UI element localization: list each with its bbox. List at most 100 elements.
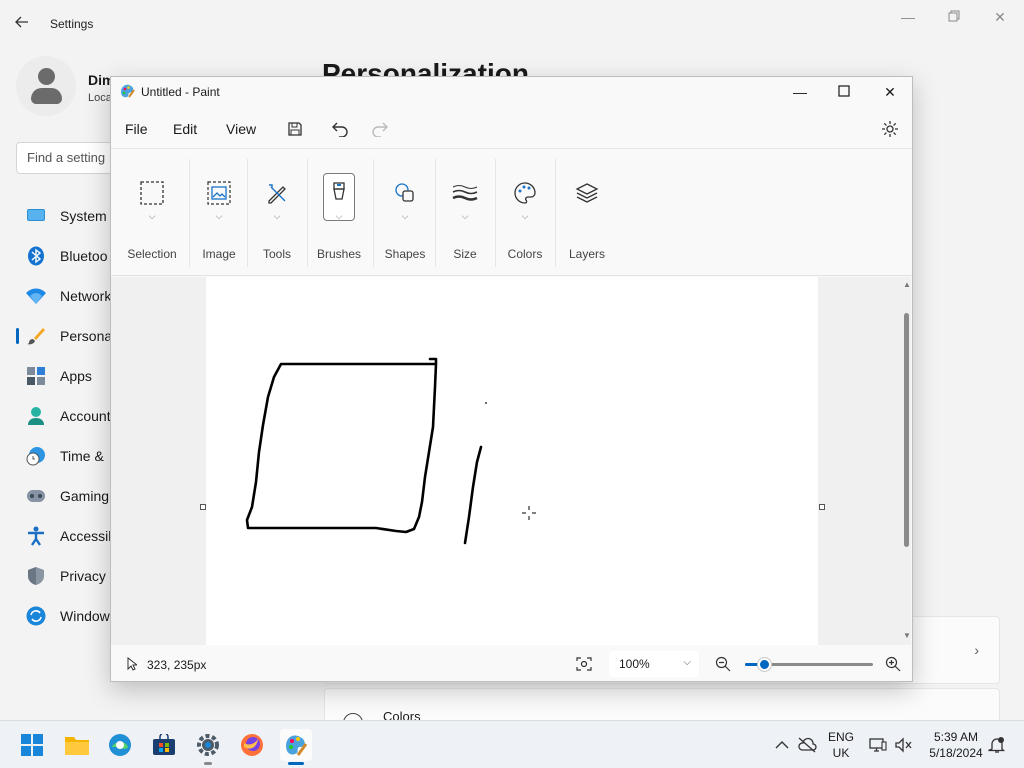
scroll-down-icon[interactable]: ▼: [903, 631, 911, 640]
ribbon-group-shapes[interactable]: ⌵ Shapes: [379, 149, 431, 277]
sidebar-item-label: Account: [60, 408, 111, 424]
running-indicator: [204, 762, 212, 765]
ribbon-label: Tools: [262, 247, 291, 261]
start-button[interactable]: [16, 729, 48, 761]
save-icon[interactable]: [284, 118, 306, 140]
network-icon[interactable]: [868, 735, 888, 755]
ribbon-group-selection[interactable]: ⌵ Selection: [119, 149, 185, 277]
firefox-icon: [241, 734, 263, 756]
clock-globe-icon: [26, 446, 46, 466]
divider: [495, 159, 496, 267]
notification-bell-icon[interactable]: [987, 735, 1007, 755]
store-icon: [153, 734, 175, 755]
window-title: Untitled - Paint: [141, 85, 220, 99]
taskbar-store[interactable]: [148, 729, 180, 761]
zoom-slider-thumb[interactable]: [758, 658, 772, 671]
fit-to-window-icon[interactable]: [576, 657, 592, 674]
sidebar-item-label: Persona: [60, 328, 113, 344]
restore-icon[interactable]: [944, 8, 964, 26]
paint-app-icon: [119, 83, 135, 99]
taskbar-paint[interactable]: [280, 729, 312, 765]
language-indicator-bottom[interactable]: UK: [826, 746, 856, 760]
zoom-slider[interactable]: [745, 658, 873, 671]
layers-icon: [571, 177, 603, 209]
close-icon[interactable]: ✕: [875, 81, 905, 103]
chevron-up-icon[interactable]: [772, 735, 792, 755]
running-indicator: [288, 762, 304, 765]
ribbon-group-size[interactable]: ⌵ Size: [441, 149, 489, 277]
close-icon[interactable]: ✕: [990, 8, 1010, 26]
cloud-offline-icon[interactable]: [797, 735, 817, 755]
ribbon-group-tools[interactable]: ⌵ Tools: [253, 149, 301, 277]
sidebar-item-label: Apps: [60, 368, 92, 384]
chevron-down-icon: ⌵: [461, 211, 469, 221]
scroll-up-icon[interactable]: ▲: [903, 280, 911, 289]
canvas-resize-handle-left[interactable]: [200, 504, 206, 510]
brush-icon: [26, 326, 46, 346]
cursor-position: 323, 235px: [147, 658, 207, 672]
zoom-select[interactable]: 100% ⌵: [609, 651, 699, 677]
sidebar-item-label: Time &: [60, 448, 104, 464]
windows-logo-icon: [21, 734, 43, 756]
undo-icon[interactable]: [330, 118, 352, 140]
shapes-icon: [389, 177, 421, 209]
taskbar-file-explorer[interactable]: [61, 729, 93, 761]
ribbon-label: Selection: [127, 247, 177, 261]
divider: [373, 159, 374, 267]
canvas-resize-handle-right[interactable]: [819, 504, 825, 510]
taskbar: ENG UK 5:39 AM 5/18/2024: [0, 720, 1024, 768]
ribbon-group-image[interactable]: ⌵ Image: [195, 149, 243, 277]
paint-window: Untitled - Paint — ✕ File Edit View ⌵ Se…: [110, 76, 913, 682]
accessibility-icon: [26, 526, 46, 546]
sidebar-item-label: Window: [60, 608, 110, 624]
menu-file[interactable]: File: [125, 121, 148, 137]
scrollbar-thumb[interactable]: [904, 313, 909, 547]
language-indicator-top[interactable]: ENG: [826, 730, 856, 744]
menubar: File Edit View: [111, 113, 912, 145]
ribbon-group-layers[interactable]: Layers: [561, 149, 613, 277]
ribbon-label: Layers: [568, 247, 606, 261]
clock-date[interactable]: 5/18/2024: [926, 746, 986, 760]
chevron-down-icon: ⌵: [148, 211, 156, 221]
palette-icon: [509, 177, 541, 209]
statusbar: 323, 235px 100% ⌵: [111, 647, 912, 681]
paint-titlebar[interactable]: Untitled - Paint — ✕: [111, 77, 912, 107]
drawing-canvas[interactable]: [206, 277, 818, 645]
maximize-icon[interactable]: [829, 81, 859, 103]
ribbon-group-brushes[interactable]: ⌵ Brushes: [313, 149, 365, 277]
avatar[interactable]: [16, 56, 76, 116]
volume-muted-icon[interactable]: [894, 735, 914, 755]
zoom-in-icon[interactable]: [885, 656, 901, 675]
chevron-down-icon: ⌵: [273, 211, 281, 221]
redo-icon[interactable]: [368, 118, 390, 140]
ribbon-label: Shapes: [384, 247, 426, 261]
minimize-icon[interactable]: —: [898, 8, 918, 26]
gear-icon[interactable]: [879, 118, 901, 140]
menu-edit[interactable]: Edit: [173, 121, 197, 137]
ribbon-label: Image: [202, 247, 236, 261]
wifi-icon: [26, 286, 46, 306]
ribbon-group-colors[interactable]: ⌵ Colors: [501, 149, 549, 277]
windows-update-icon: [26, 606, 46, 626]
ribbon-label: Colors: [507, 247, 543, 261]
zoom-out-icon[interactable]: [715, 656, 731, 675]
taskbar-firefox[interactable]: [236, 729, 268, 761]
workspace: ▲ ▼: [111, 277, 911, 645]
back-arrow-icon[interactable]: [14, 14, 34, 34]
selection-icon: [136, 177, 168, 209]
minimize-icon[interactable]: —: [785, 81, 815, 103]
shield-icon: [26, 566, 46, 586]
ribbon-label: Brushes: [316, 247, 362, 261]
vertical-scrollbar[interactable]: ▲ ▼: [901, 277, 911, 645]
person-icon: [26, 406, 46, 426]
ribbon: ⌵ Selection ⌵ Image ⌵ Tools ⌵ Brushes ⌵ …: [111, 148, 912, 276]
sidebar-item-label: Accessib: [60, 528, 117, 544]
sidebar-item-label: Network: [60, 288, 112, 304]
taskbar-settings[interactable]: [192, 729, 224, 765]
menu-view[interactable]: View: [226, 121, 256, 137]
brush-icon: [323, 177, 355, 209]
chevron-down-icon: ⌵: [521, 211, 529, 221]
divider: [307, 159, 308, 267]
taskbar-edge[interactable]: [104, 729, 136, 761]
clock-time[interactable]: 5:39 AM: [926, 730, 986, 744]
